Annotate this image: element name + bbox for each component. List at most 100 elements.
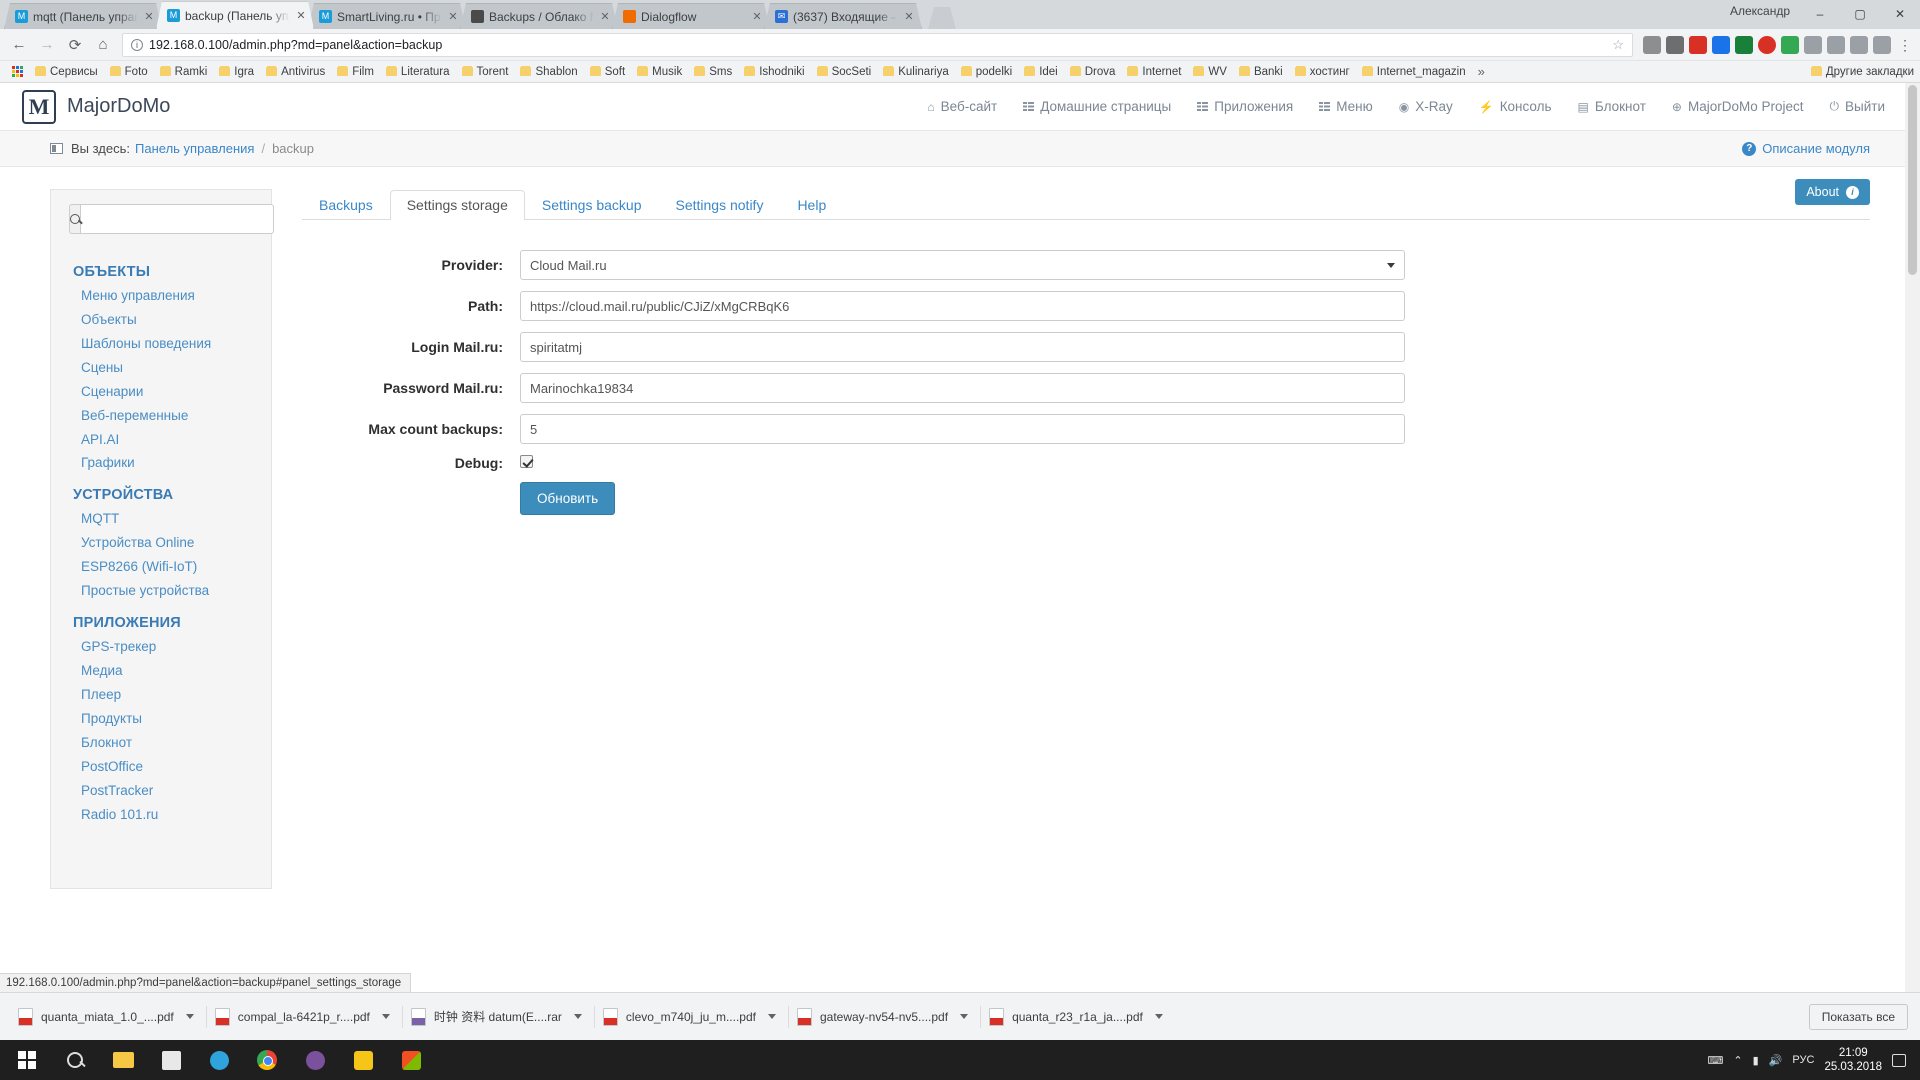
download-item[interactable]: clevo_m740j_ju_m....pdf — [595, 1001, 788, 1033]
browser-tab[interactable]: Mmqtt (Панель управлен ✕ — [4, 3, 162, 29]
topnav-item[interactable]: Домашние страницы — [1010, 99, 1184, 114]
input-password-mail-ru[interactable] — [520, 373, 1405, 403]
bookmark-item[interactable]: WV — [1187, 64, 1233, 80]
browser-profile-name[interactable]: Александр — [1730, 4, 1790, 18]
download-item[interactable]: 时钟 资料 datum(E....rar — [403, 1001, 594, 1033]
sidebar-item-устройства-online[interactable]: Устройства Online — [51, 531, 271, 555]
topnav-item[interactable]: ◉ X-Ray — [1386, 99, 1466, 114]
bookmark-item[interactable]: Idei — [1018, 64, 1064, 80]
about-button[interactable]: About i — [1795, 179, 1870, 205]
extension-icon-10[interactable] — [1850, 35, 1868, 54]
input-max-count-backups[interactable] — [520, 414, 1405, 444]
extension-icon-1[interactable] — [1643, 35, 1661, 54]
sidebar-item-веб-переменные[interactable]: Веб-переменные — [51, 404, 271, 428]
chrome-menu-icon[interactable]: ⋮ — [1896, 36, 1914, 54]
sidebar-item-плеер[interactable]: Плеер — [51, 683, 271, 707]
chevron-down-icon[interactable] — [1154, 1014, 1163, 1019]
tray-chevron-icon[interactable]: ⌃ — [1733, 1054, 1742, 1067]
taskbar-aimp[interactable] — [340, 1040, 386, 1080]
tab-close-button[interactable]: ✕ — [143, 10, 155, 23]
profile-avatar-icon[interactable] — [1873, 35, 1891, 54]
tab-close-button[interactable]: ✕ — [295, 9, 307, 22]
minimize-button[interactable]: – — [1800, 0, 1840, 29]
bookmark-item[interactable]: Internet — [1121, 64, 1187, 80]
extension-icon-3[interactable] — [1689, 35, 1707, 54]
extension-icon-5[interactable] — [1735, 35, 1753, 54]
volume-icon[interactable]: 🔊 — [1769, 1054, 1783, 1067]
download-item[interactable]: quanta_r23_r1a_ja....pdf — [981, 1001, 1175, 1033]
topnav-item[interactable]: ⊕ MajorDoMo Project — [1659, 99, 1817, 114]
extension-icon-8[interactable] — [1804, 35, 1822, 54]
back-icon[interactable]: ← — [6, 32, 32, 58]
show-all-downloads-button[interactable]: Показать все — [1808, 1003, 1908, 1030]
bookmark-item[interactable]: Internet_magazin — [1356, 64, 1472, 80]
bookmark-item[interactable]: Antivirus — [260, 64, 331, 80]
sidebar-item-простые-устройства[interactable]: Простые устройства — [51, 579, 271, 603]
network-icon[interactable]: ▮ — [1753, 1054, 1759, 1067]
keyboard-icon[interactable]: ⌨ — [1708, 1054, 1724, 1067]
bookmark-item[interactable]: SocSeti — [811, 64, 878, 80]
sidebar-item-api-ai[interactable]: API.AI — [51, 428, 271, 452]
sidebar-item-postoffice[interactable]: PostOffice — [51, 755, 271, 779]
extension-icon-4[interactable] — [1712, 35, 1730, 54]
download-item[interactable]: quanta_miata_1.0_....pdf — [10, 1001, 206, 1033]
chevron-down-icon[interactable] — [573, 1014, 582, 1019]
chevron-down-icon[interactable] — [185, 1014, 194, 1019]
page-scrollbar[interactable] — [1905, 83, 1920, 992]
topnav-item[interactable]: ▤ Блокнот — [1565, 99, 1659, 114]
sidebar-item-сценарии[interactable]: Сценарии — [51, 380, 271, 404]
address-bar[interactable]: i 192.168.0.100/admin.php?md=panel&actio… — [122, 32, 1633, 57]
sidebar-item-posttracker[interactable]: PostTracker — [51, 779, 271, 803]
topnav-item[interactable]: ⏻ Выйти — [1817, 99, 1898, 114]
input-login-mail-ru[interactable] — [520, 332, 1405, 362]
sidebar-item-блокнот[interactable]: Блокнот — [51, 731, 271, 755]
chevron-down-icon[interactable] — [767, 1014, 776, 1019]
close-window-button[interactable]: ✕ — [1880, 0, 1920, 29]
bookmark-item[interactable]: Foto — [104, 64, 154, 80]
download-item[interactable]: gateway-nv54-nv5....pdf — [789, 1001, 980, 1033]
browser-tab[interactable]: ✉ (3637) Входящие — Рам ✕ — [764, 3, 922, 29]
chevron-down-icon[interactable] — [381, 1014, 390, 1019]
topnav-item[interactable]: Меню — [1306, 99, 1386, 114]
bookmark-item[interactable]: Torent — [456, 64, 515, 80]
taskbar-telegram[interactable] — [196, 1040, 242, 1080]
bookmark-item[interactable]: Sms — [688, 64, 738, 80]
sidebar-item-сцены[interactable]: Сцены — [51, 356, 271, 380]
breadcrumb-link-dashboard[interactable]: Панель управления — [135, 141, 254, 156]
bookmark-item[interactable]: Literatura — [380, 64, 456, 80]
input-path[interactable] — [520, 291, 1405, 321]
sidebar-item-меню-управления[interactable]: Меню управления — [51, 284, 271, 308]
bookmark-star-icon[interactable]: ☆ — [1612, 37, 1624, 53]
forward-icon[interactable]: → — [34, 32, 60, 58]
sidebar-item-объекты[interactable]: Объекты — [51, 308, 271, 332]
browser-tab[interactable]: Backups / Облако Mail.R ✕ — [460, 3, 618, 29]
brand[interactable]: M MajorDoMo — [22, 89, 170, 124]
topnav-item[interactable]: Приложения — [1184, 99, 1306, 114]
bookmark-item[interactable]: Ramki — [154, 64, 214, 80]
bookmark-item[interactable]: podelki — [955, 64, 1018, 80]
sidebar-item-radio-101-ru[interactable]: Radio 101.ru — [51, 803, 271, 827]
bookmark-apps[interactable] — [6, 64, 29, 79]
browser-tab[interactable]: Mbackup (Панель управле ✕ — [156, 1, 314, 29]
topnav-item[interactable]: ⌂ Веб-сайт — [914, 99, 1010, 114]
update-button[interactable]: Обновить — [520, 482, 616, 515]
bookmark-item[interactable]: Soft — [584, 64, 631, 80]
bookmark-item[interactable]: Banki — [1233, 64, 1289, 80]
browser-tab[interactable]: Dialogflow ✕ — [612, 3, 770, 29]
maximize-button[interactable]: ▢ — [1840, 0, 1880, 29]
reload-icon[interactable]: ⟳ — [62, 32, 88, 58]
bookmark-item[interactable]: Musik — [631, 64, 688, 80]
taskbar-search-button[interactable] — [52, 1040, 98, 1080]
extension-icon-9[interactable] — [1827, 35, 1845, 54]
tray-clock[interactable]: 21:09 25.03.2018 — [1824, 1046, 1882, 1075]
taskbar-store[interactable] — [148, 1040, 194, 1080]
module-description-link[interactable]: ? Описание модуля — [1742, 141, 1870, 156]
download-item[interactable]: compal_la-6421p_r....pdf — [207, 1001, 402, 1033]
bookmark-item[interactable]: Сервисы — [29, 64, 104, 80]
select-provider[interactable]: Cloud Mail.ru — [520, 250, 1405, 280]
sidebar-item-продукты[interactable]: Продукты — [51, 707, 271, 731]
tab-close-button[interactable]: ✕ — [599, 10, 611, 23]
scrollbar-thumb[interactable] — [1908, 85, 1917, 275]
sidebar-item-gps-трекер[interactable]: GPS-трекер — [51, 635, 271, 659]
sidebar-item-графики[interactable]: Графики — [51, 451, 271, 475]
